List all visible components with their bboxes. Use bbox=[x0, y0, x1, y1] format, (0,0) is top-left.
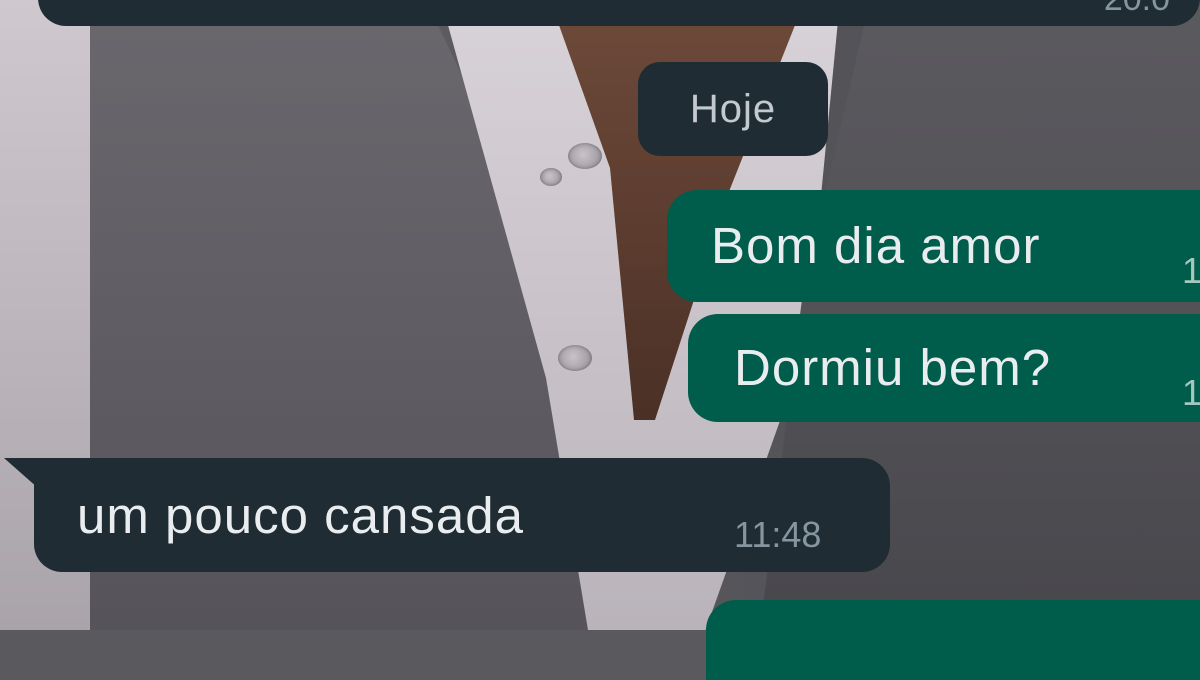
message-bubble-previous[interactable]: 20:0 bbox=[38, 0, 1200, 26]
message-bubble-incoming[interactable]: um pouco cansada 11:48 bbox=[34, 458, 890, 572]
date-separator: Hoje bbox=[638, 62, 828, 156]
message-timestamp: 1 bbox=[1182, 372, 1200, 413]
message-timestamp: 1 bbox=[1182, 250, 1200, 291]
message-bubble-tail bbox=[4, 458, 38, 488]
message-text: Bom dia amor bbox=[711, 217, 1041, 274]
message-text: um pouco cansada bbox=[77, 487, 524, 544]
message-timestamp: 11:48 bbox=[734, 514, 822, 555]
date-separator-label: Hoje bbox=[689, 86, 777, 131]
message-text: Dormiu bem? bbox=[734, 339, 1052, 396]
message-bubble-outgoing[interactable]: Bom dia amor 1 bbox=[667, 190, 1200, 302]
message-timestamp: 20:0 bbox=[1104, 0, 1170, 19]
message-bubble-outgoing[interactable]: Dormiu bem? 1 bbox=[688, 314, 1200, 422]
message-list[interactable]: 20:0 Hoje Bom dia amor 1 Dormiu bem? 1 u… bbox=[0, 0, 1200, 680]
message-bubble-next[interactable] bbox=[706, 600, 1200, 680]
